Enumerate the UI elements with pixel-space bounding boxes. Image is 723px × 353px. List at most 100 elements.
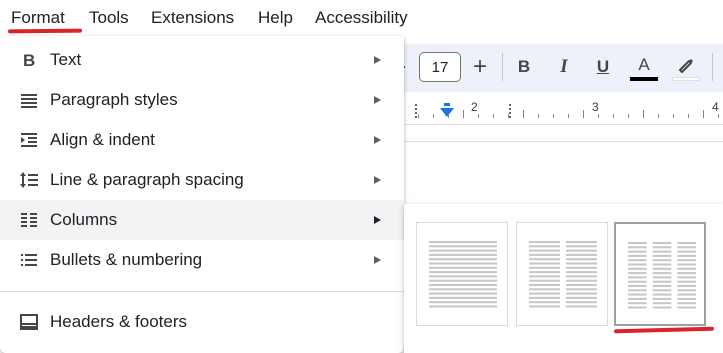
menu-item-text[interactable]: B Text <box>0 40 404 80</box>
preview-line <box>677 267 696 270</box>
menu-item-label: Paragraph styles <box>50 90 178 109</box>
menu-extensions[interactable]: Extensions <box>151 8 234 28</box>
preview-line <box>628 263 647 266</box>
menu-item-paragraph-styles[interactable]: Paragraph styles <box>0 80 404 120</box>
preview-line <box>628 259 647 262</box>
preview-line <box>677 276 696 279</box>
preview-line <box>628 250 647 253</box>
bold-button[interactable]: B <box>511 54 537 80</box>
preview-line <box>529 258 560 261</box>
ruler-margin-marker[interactable] <box>415 104 417 118</box>
preview-line <box>628 276 647 279</box>
menu-item-headers-footers[interactable]: Headers & footers <box>0 302 404 342</box>
menu-item-label: Columns <box>50 210 118 229</box>
ruler-bottom-border <box>395 124 723 125</box>
preview-line <box>429 253 497 256</box>
preview-line <box>566 262 597 265</box>
submenu-arrow-icon <box>374 256 381 264</box>
preview-line <box>566 271 597 274</box>
ruler-margin-marker[interactable] <box>509 104 511 118</box>
preview-line <box>566 292 597 295</box>
menu-accessibility[interactable]: Accessibility <box>315 8 408 28</box>
preview-line <box>566 301 597 304</box>
preview-line <box>628 297 647 300</box>
submenu-arrow-icon <box>374 136 381 144</box>
preview-line <box>529 275 560 278</box>
indent-icon <box>18 129 40 151</box>
menu-tools[interactable]: Tools <box>89 8 129 28</box>
preview-line <box>677 272 696 275</box>
toolbar-divider <box>502 53 503 81</box>
preview-line <box>566 249 597 252</box>
ruler-tick <box>553 114 554 118</box>
preview-line <box>652 276 672 279</box>
preview-line <box>429 292 497 295</box>
preview-line <box>652 263 672 266</box>
preview-line <box>628 285 647 287</box>
one-column-preview-icon <box>429 241 497 308</box>
preview-line <box>566 258 597 261</box>
preview-line <box>429 245 497 248</box>
preview-line <box>677 289 696 292</box>
ruler-number: 2 <box>471 100 478 114</box>
preview-line <box>429 258 497 261</box>
preview-line <box>677 254 696 257</box>
preview-line <box>429 266 497 269</box>
italic-button[interactable]: I <box>551 54 577 80</box>
ruler-number: 3 <box>592 100 599 114</box>
preview-line <box>628 242 647 244</box>
font-size-increase-button[interactable]: + <box>470 55 490 79</box>
format-menu: B Text Paragraph styles Align & indent L… <box>0 36 404 353</box>
preview-line <box>652 259 672 262</box>
submenu-arrow-icon <box>374 176 381 184</box>
toolbar-divider <box>712 53 713 81</box>
menu-help[interactable]: Help <box>258 8 293 28</box>
text-color-button[interactable]: A <box>631 52 657 78</box>
preview-line <box>652 302 672 305</box>
ruler-tick <box>658 114 659 118</box>
ruler-number: 4 <box>712 100 719 114</box>
one-column-option[interactable] <box>416 222 508 326</box>
ruler-tick <box>508 114 509 118</box>
preview-line <box>628 302 647 305</box>
ruler-tick <box>673 114 674 118</box>
font-size-input[interactable]: 17 <box>419 52 461 82</box>
ruler-tick <box>493 114 494 118</box>
preview-line <box>529 301 560 304</box>
menu-item-label: Align & indent <box>50 130 155 149</box>
left-indent-marker[interactable] <box>440 108 454 117</box>
highlight-color-button[interactable] <box>673 52 699 78</box>
three-column-option[interactable] <box>614 222 706 326</box>
preview-line <box>429 271 497 274</box>
preview-line <box>529 305 560 308</box>
ruler-tick <box>643 110 644 118</box>
ruler-tick <box>628 114 629 118</box>
menu-bar: Format Tools Extensions Help Accessibili… <box>0 0 723 36</box>
preview-line <box>429 284 497 286</box>
ruler-tick <box>523 110 524 118</box>
preview-line <box>652 242 672 244</box>
menu-item-label: Headers & footers <box>50 312 188 331</box>
preview-line <box>429 279 497 282</box>
line-spacing-icon <box>18 169 40 191</box>
preview-line <box>677 246 696 249</box>
ruler-tick <box>448 114 449 118</box>
menu-item-bullets-numbering[interactable]: Bullets & numbering <box>0 240 404 280</box>
underline-button[interactable]: U <box>590 54 616 80</box>
preview-line <box>677 263 696 266</box>
ruler-tick <box>418 114 419 118</box>
preview-line <box>652 297 672 300</box>
preview-line <box>566 279 597 282</box>
ruler-tick <box>538 114 539 118</box>
preview-line <box>677 285 696 287</box>
menu-format[interactable]: Format <box>11 8 65 28</box>
ruler-tick <box>688 114 689 118</box>
first-line-indent-marker[interactable] <box>444 103 450 106</box>
menu-item-columns[interactable]: Columns <box>0 200 404 240</box>
preview-line <box>566 241 597 243</box>
two-column-option[interactable] <box>516 222 608 326</box>
ruler-tick <box>613 114 614 118</box>
menu-item-line-spacing[interactable]: Line & paragraph spacing <box>0 160 404 200</box>
preview-line <box>529 296 560 299</box>
menu-item-align-indent[interactable]: Align & indent <box>0 120 404 160</box>
